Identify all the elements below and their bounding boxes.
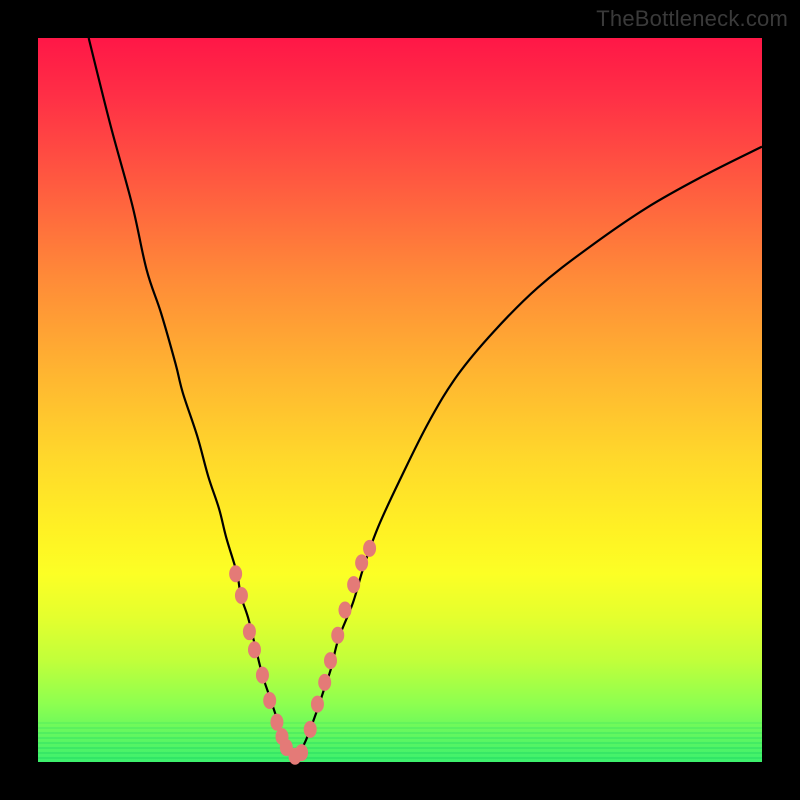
data-marker [363,540,376,557]
data-marker [355,554,368,571]
curve-left-branch [89,38,295,762]
data-marker [248,641,261,658]
data-marker [243,623,256,640]
data-marker [304,721,317,738]
data-marker [235,587,248,604]
data-markers [229,540,376,765]
data-marker [311,696,324,713]
chart-svg [38,38,762,762]
data-marker [331,627,344,644]
data-marker [338,601,351,618]
data-marker [229,565,242,582]
chart-frame: TheBottleneck.com [0,0,800,800]
curve-right-branch [295,147,762,762]
data-marker [263,692,276,709]
data-marker [324,652,337,669]
data-marker [347,576,360,593]
watermark-text: TheBottleneck.com [596,6,788,32]
data-marker [318,674,331,691]
data-marker [270,714,283,731]
data-marker [295,744,308,761]
data-marker [256,667,269,684]
plot-area [38,38,762,762]
